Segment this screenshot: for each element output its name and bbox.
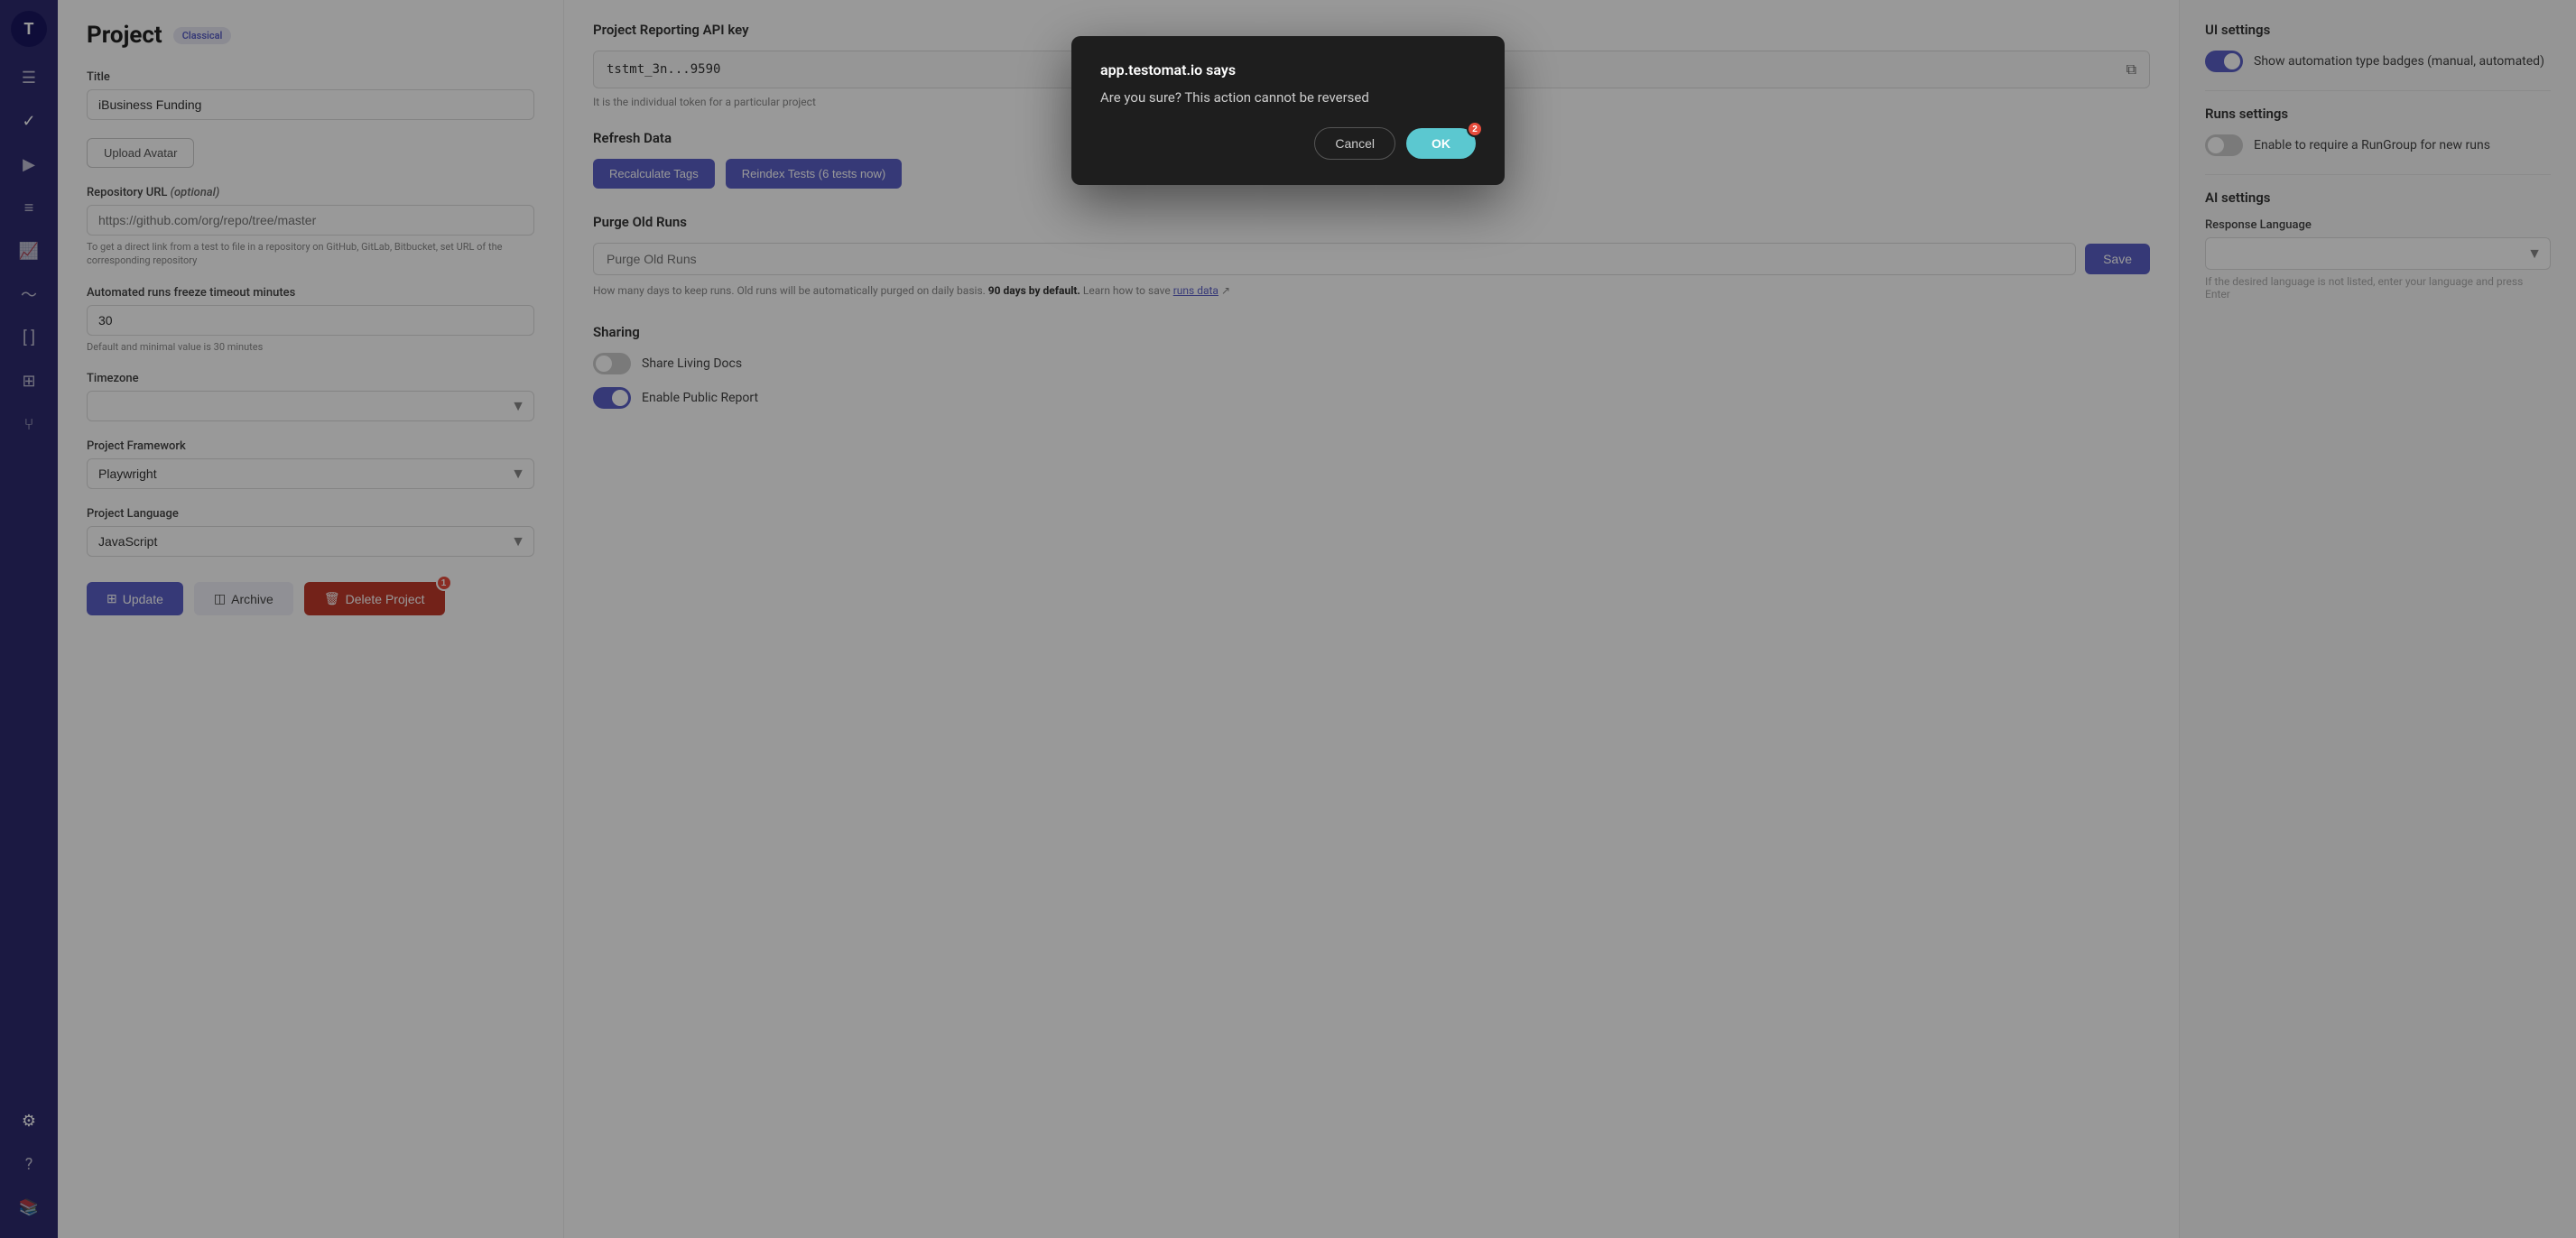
dialog-box: app.testomat.io says Are you sure? This … xyxy=(1071,36,1505,185)
dialog-message: Are you sure? This action cannot be reve… xyxy=(1100,89,1476,106)
dialog-cancel-button[interactable]: Cancel xyxy=(1314,127,1395,160)
dialog-ok-badge: 2 xyxy=(1467,121,1483,137)
dialog-actions: Cancel OK 2 xyxy=(1100,127,1476,160)
dialog-ok-button[interactable]: OK 2 xyxy=(1406,128,1476,159)
dialog-overlay: app.testomat.io says Are you sure? This … xyxy=(0,0,2576,1238)
dialog-ok-label: OK xyxy=(1432,136,1450,151)
dialog-origin: app.testomat.io says xyxy=(1100,61,1476,79)
